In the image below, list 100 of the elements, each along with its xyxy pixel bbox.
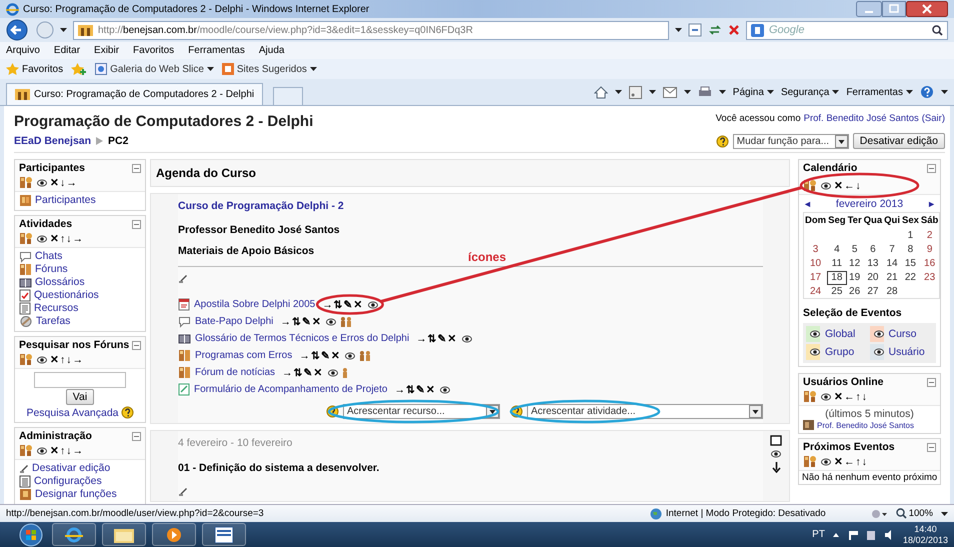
taskbar-app-button[interactable] [102, 523, 146, 546]
maximize-button[interactable] [882, 1, 906, 17]
calendar-day[interactable]: 1 [900, 228, 920, 242]
minimize-button[interactable] [856, 1, 882, 17]
eye-icon[interactable] [37, 356, 47, 364]
calendar-day[interactable]: 24 [804, 284, 828, 298]
block-link[interactable]: Tarefas [19, 315, 141, 328]
edit-controls[interactable]: ✕↑↓→ [50, 444, 84, 456]
help-icon[interactable] [716, 134, 729, 148]
menu-item[interactable]: Exibir [94, 45, 120, 56]
calendar-day[interactable]: 20 [862, 270, 884, 284]
edit-controls[interactable]: →⇅✎✕ [394, 384, 436, 396]
edit-icon[interactable] [178, 487, 188, 497]
eye-icon[interactable] [344, 352, 355, 360]
address-field[interactable]: http://benejsan.com.br/moodle/course/view.php?id=3&edit=1&sesskey=q0IN6FDq3R [73, 20, 669, 40]
block-link[interactable]: Recursos [19, 302, 141, 315]
block-link[interactable]: Designar funções [19, 488, 141, 501]
home-icon[interactable] [594, 86, 608, 98]
calendar-day[interactable]: 17 [804, 270, 828, 284]
eye-icon[interactable] [37, 446, 47, 454]
caret-icon[interactable] [614, 90, 622, 94]
activity-link[interactable]: Formulário de Acompanhamento de Projeto [194, 384, 388, 395]
calendar-day[interactable]: 13 [862, 256, 884, 270]
taskbar-app-button[interactable] [152, 523, 196, 546]
activity-link[interactable]: Apostila Sobre Delphi 2005 [194, 299, 316, 310]
activity-link[interactable]: Fórum de notícias [195, 367, 276, 378]
calendar-day[interactable]: 26 [846, 284, 863, 298]
favorites-link[interactable]: Sites Sugeridos [222, 63, 317, 75]
feeds-icon[interactable] [628, 86, 642, 98]
go-button[interactable]: Vai [66, 389, 94, 405]
roles-icon[interactable] [19, 176, 34, 189]
calendar-day[interactable]: 16 [920, 256, 940, 270]
add-activity-dropdown[interactable]: Acrescentar atividade... [527, 404, 763, 419]
eye-icon[interactable] [37, 178, 47, 186]
edit-controls[interactable]: →⇅✎✕ [322, 298, 364, 310]
collapse-icon[interactable] [927, 164, 936, 172]
move-down-icon[interactable] [772, 462, 780, 473]
online-user-link[interactable]: Prof. Benedito José Santos [803, 420, 936, 430]
taskbar-app-button[interactable] [202, 523, 246, 546]
collapse-icon[interactable] [132, 432, 141, 440]
block-link[interactable]: Chats [19, 250, 141, 263]
calendar-day[interactable]: 12 [846, 256, 863, 270]
calendar-day[interactable]: 28 [883, 284, 901, 298]
calendar-day[interactable]: 3 [804, 242, 828, 256]
language-indicator[interactable]: PT [812, 529, 825, 540]
eye-icon[interactable] [821, 182, 831, 190]
previous-month-button[interactable]: ◄ [803, 199, 812, 209]
collapse-icon[interactable] [927, 378, 936, 386]
menu-item[interactable]: Favoritos [133, 45, 174, 56]
eye-icon[interactable] [821, 392, 831, 400]
edit-controls[interactable]: →⇅✎✕ [299, 350, 341, 362]
user-link[interactable]: Prof. Benedito José Santos [804, 113, 919, 124]
edit-controls[interactable]: →⇅✎✕ [416, 332, 458, 344]
calendar-day[interactable]: 21 [883, 270, 901, 284]
collapse-icon[interactable] [132, 164, 141, 172]
activity-link[interactable]: Glossário de Termos Técnicos e Erros do Delphi [195, 333, 410, 344]
edit-controls[interactable]: ✕←↓ [834, 180, 862, 192]
caret-icon[interactable] [684, 90, 691, 94]
clock-date[interactable]: 18/02/2013 [902, 534, 948, 546]
caret-icon[interactable] [648, 90, 656, 94]
caret-icon[interactable] [718, 90, 726, 94]
command-menu[interactable]: Página [732, 86, 774, 98]
roles-icon[interactable] [803, 455, 818, 468]
eye-icon[interactable] [821, 458, 831, 466]
block-link[interactable]: Participantes [19, 194, 141, 207]
activity-link[interactable]: Bate-Papo Delphi [195, 316, 274, 327]
course-link[interactable]: Curso de Programação Delphi - 2 [178, 200, 344, 212]
zoom-button[interactable]: 100% [896, 508, 933, 519]
calendar-day[interactable]: 4 [827, 242, 847, 256]
calendar-day[interactable]: 19 [846, 270, 863, 284]
role-dropdown[interactable]: Mudar função para... [732, 134, 849, 148]
group-mode-icon[interactable] [340, 316, 352, 327]
browser-tab[interactable]: Curso: Programação de Computadores 2 - Delphi [6, 83, 264, 105]
edit-controls[interactable]: ✕↑↓→ [50, 354, 84, 366]
menu-item[interactable]: Ajuda [258, 45, 284, 56]
help-icon[interactable] [120, 406, 134, 419]
security-icon[interactable] [870, 508, 888, 520]
calendar-day[interactable]: 2 [920, 228, 940, 242]
breadcrumb-link[interactable]: EEaD Benejsan [14, 135, 92, 147]
eye-icon[interactable] [328, 368, 338, 376]
show-only-icon[interactable] [770, 435, 782, 446]
eye-icon[interactable] [37, 234, 47, 242]
edit-controls[interactable]: ✕↑↓→ [50, 232, 84, 244]
add-favorite-icon[interactable] [71, 63, 88, 75]
calendar-day[interactable]: 22 [900, 270, 920, 284]
calendar-day[interactable]: 8 [900, 242, 920, 256]
edit-controls[interactable]: →⇅✎✕ [280, 316, 322, 328]
roles-icon[interactable] [19, 232, 34, 245]
back-button[interactable] [6, 19, 30, 41]
favorites-link[interactable]: Galeria do Web Slice [95, 63, 214, 75]
edit-mode-button[interactable]: Desativar edição [852, 133, 945, 149]
edit-controls[interactable]: ✕←↑↓ [834, 456, 868, 468]
eye-icon[interactable] [368, 300, 378, 308]
search-field[interactable] [34, 372, 126, 388]
logout-link[interactable]: (Sair) [922, 113, 945, 124]
eye-icon[interactable] [462, 334, 472, 342]
month-title[interactable]: fevereiro 2013 [836, 198, 904, 210]
calendar-day[interactable]: 5 [846, 242, 863, 256]
advanced-search-link[interactable]: Pesquisa Avançada [26, 406, 119, 418]
calendar-day[interactable]: 10 [804, 256, 828, 270]
